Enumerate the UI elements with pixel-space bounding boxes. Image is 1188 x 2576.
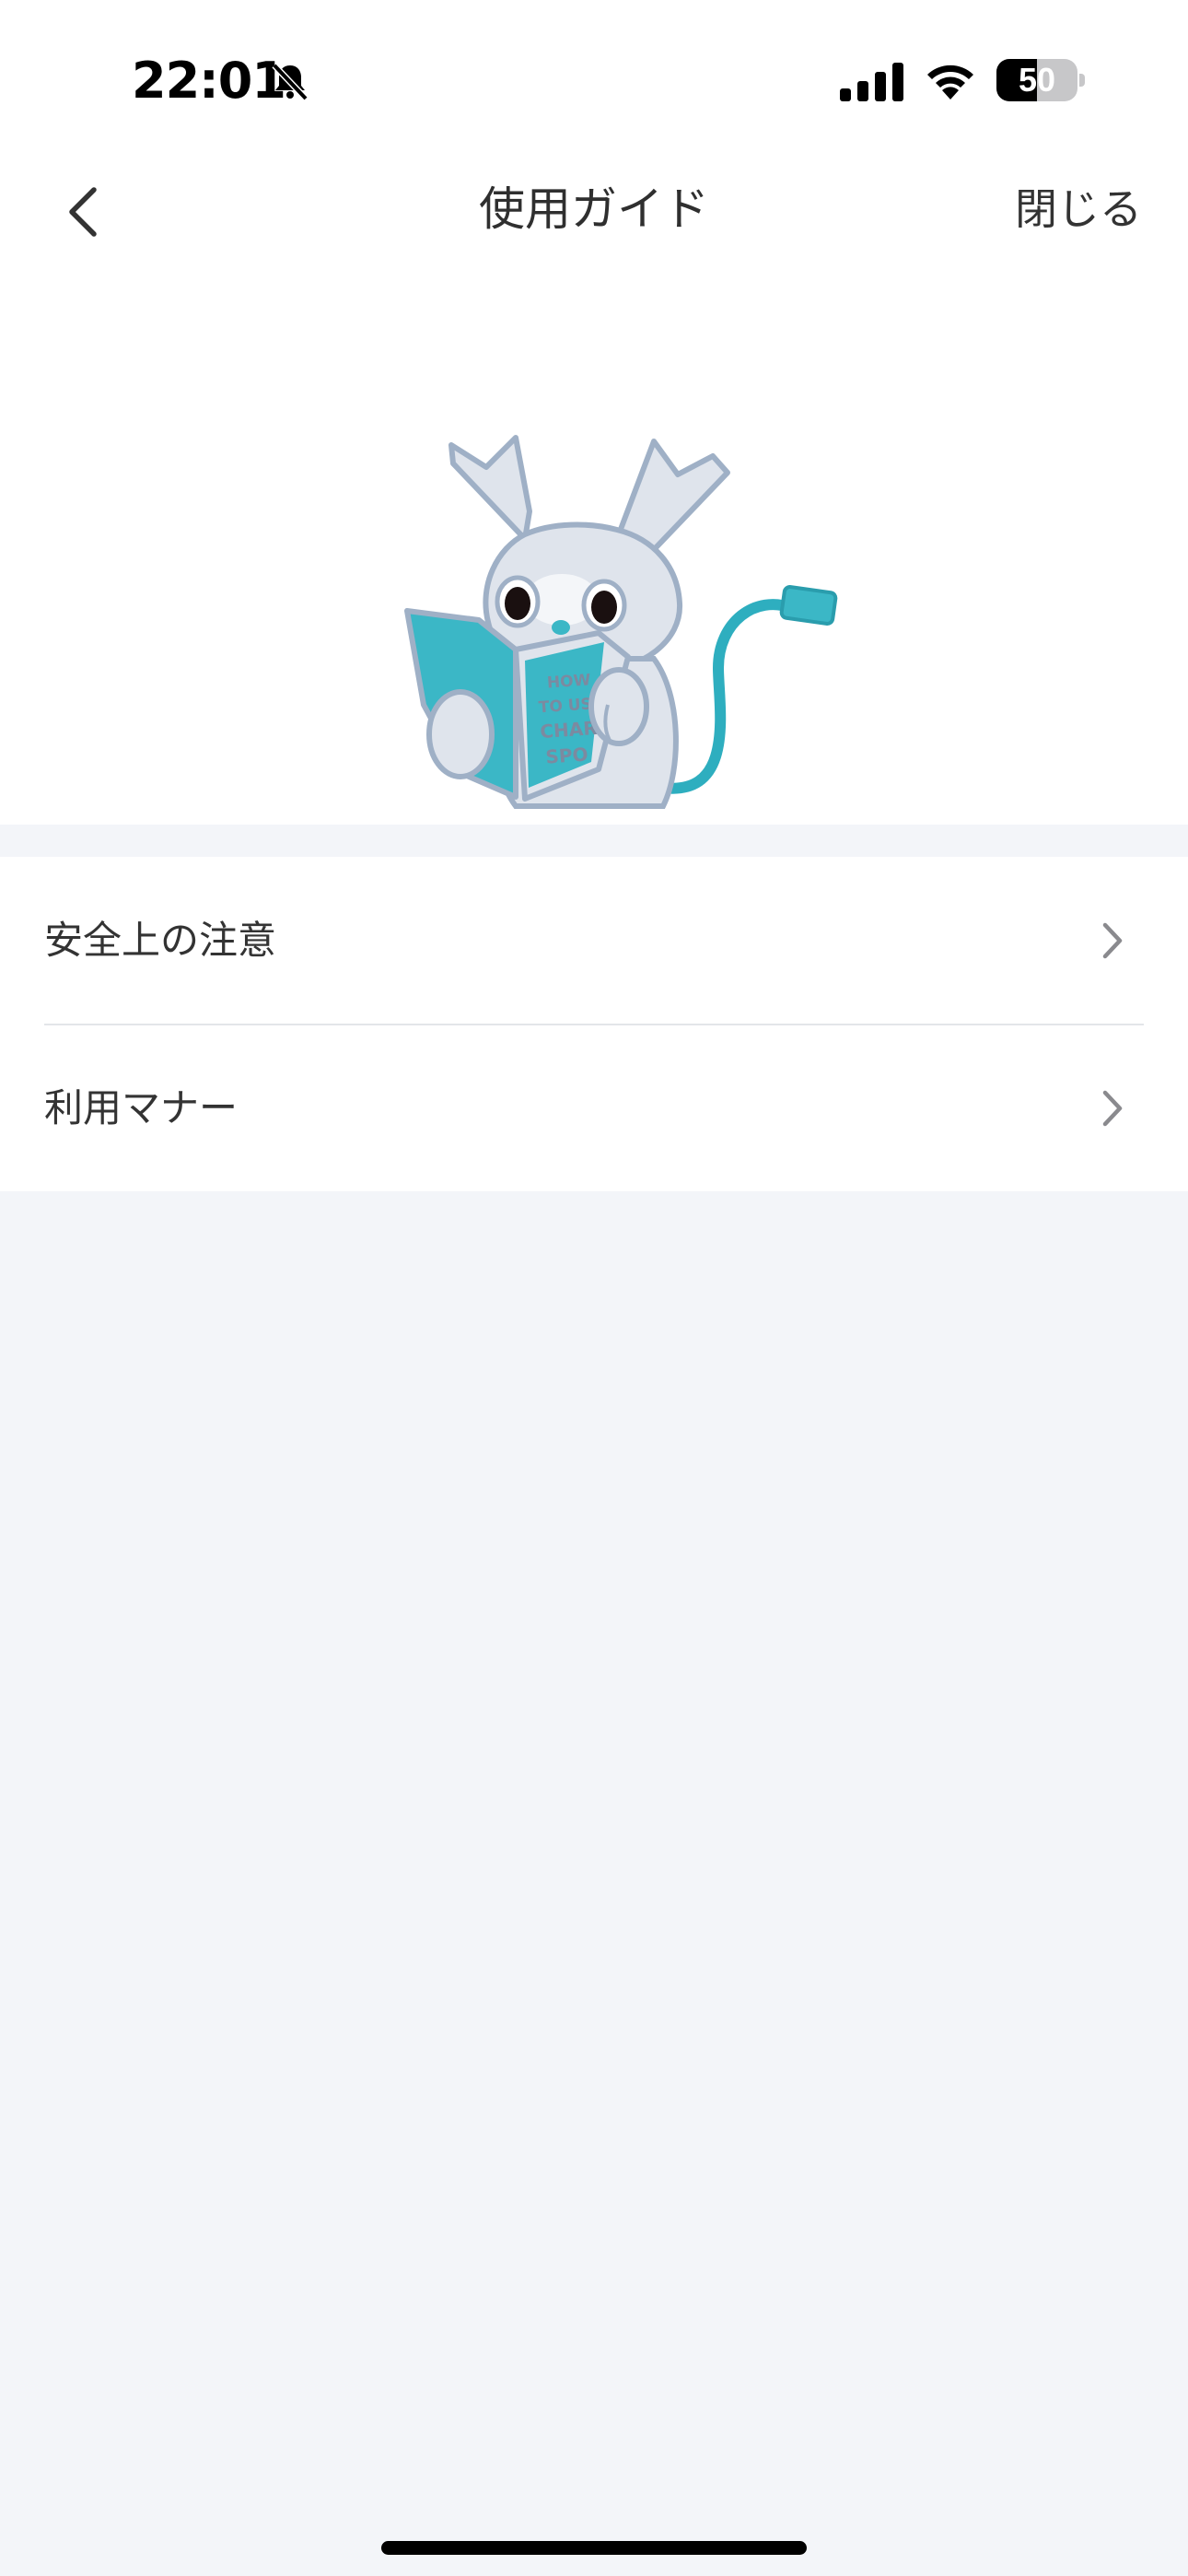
hero-banner: HOW TO USE CHAR SPO [0,263,1188,825]
cellular-signal-icon [840,63,903,101]
book-text-line-1: HOW [546,671,591,692]
bell-slash-icon [272,63,309,101]
screen: 22:01 50 使用ガイド 閉じる HOW TO USE CHAR SPO 安… [0,0,1188,2576]
guide-menu-list: 安全上の注意 利用マナー [0,857,1188,1191]
menu-item-safety-precautions[interactable]: 安全上の注意 [0,857,1188,1025]
close-button[interactable]: 閉じる [1015,157,1142,263]
menu-item-usage-manners[interactable]: 利用マナー [0,1025,1188,1191]
wifi-icon [927,64,973,100]
battery-body: 50 [996,59,1077,101]
battery-percent: 50 [1018,61,1056,99]
rabbit-mascot-illustration: HOW TO USE CHAR SPO [404,435,838,809]
chevron-right-icon [1102,1090,1123,1127]
battery-icon: 50 [996,59,1085,101]
battery-cap [1079,74,1085,87]
status-bar: 22:01 50 [0,0,1188,157]
page-title: 使用ガイド [479,182,709,236]
book-text-line-3: CHAR [540,717,599,743]
status-time: 22:01 [132,52,286,110]
chevron-right-icon [1102,922,1123,959]
menu-item-label: 利用マナー [44,1085,239,1130]
book-text-line-4: SPO [545,743,589,767]
chevron-left-icon [69,187,97,237]
menu-item-label: 安全上の注意 [44,918,277,963]
home-indicator[interactable] [381,2541,807,2555]
nav-bar: 使用ガイド 閉じる [0,157,1188,263]
back-button[interactable] [46,175,120,249]
